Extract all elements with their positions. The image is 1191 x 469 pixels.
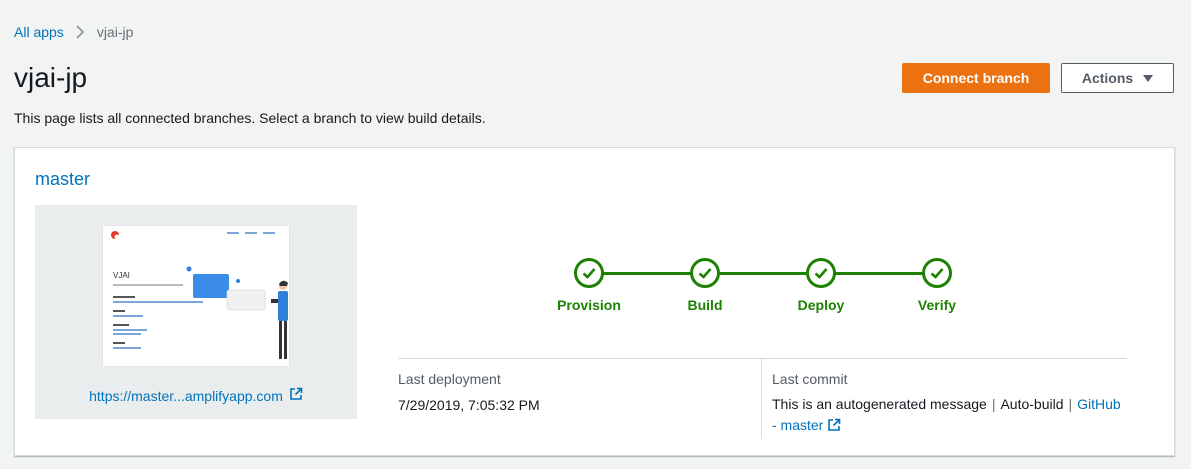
step-label: Verify: [917, 297, 957, 313]
site-screenshot-thumbnail[interactable]: VJAI: [103, 226, 289, 366]
separator: |: [991, 396, 996, 412]
page-description: This page lists all connected branches. …: [14, 110, 486, 126]
pipeline-step-verify[interactable]: Verify: [897, 258, 977, 313]
branch-preview: VJAI https://master...amplifyapp.com: [35, 205, 357, 419]
separator: |: [1068, 396, 1073, 412]
pipeline-step-provision[interactable]: Provision: [549, 258, 629, 313]
commit-source: Auto-build: [1000, 396, 1064, 412]
actions-dropdown-button[interactable]: Actions: [1061, 63, 1174, 93]
check-circle-icon: [922, 258, 952, 288]
branch-name-link[interactable]: master: [35, 169, 90, 190]
caret-down-icon: [1143, 74, 1154, 82]
external-link-icon: [827, 417, 841, 438]
last-deployment-value: 7/29/2019, 7:05:32 PM: [398, 397, 540, 413]
check-circle-icon: [806, 258, 836, 288]
last-commit-label: Last commit: [772, 371, 848, 387]
pipeline-step-deploy[interactable]: Deploy: [781, 258, 861, 313]
breadcrumb-all-apps[interactable]: All apps: [14, 24, 64, 40]
step-label: Deploy: [797, 297, 845, 313]
commit-message: This is an autogenerated message: [772, 396, 987, 412]
divider: [761, 359, 762, 439]
check-circle-icon: [690, 258, 720, 288]
github-link-branch: - master: [772, 417, 824, 433]
check-circle-icon: [574, 258, 604, 288]
pipeline-step-build[interactable]: Build: [665, 258, 745, 313]
external-link-icon: [289, 387, 303, 404]
step-label: Build: [687, 297, 723, 313]
github-link-text: GitHub: [1077, 396, 1121, 412]
step-label: Provision: [557, 297, 621, 313]
branch-url-text: https://master...amplifyapp.com: [89, 387, 283, 404]
thumbnail-site-title: VJAI: [113, 271, 130, 280]
chevron-right-icon: [76, 25, 85, 39]
site-thumbnail-image: VJAI: [103, 226, 289, 366]
pipeline-connector: [589, 272, 937, 275]
connect-branch-button[interactable]: Connect branch: [902, 63, 1050, 93]
build-pipeline: Provision Build Deploy Verify: [555, 258, 956, 318]
last-commit-value: This is an autogenerated message | Auto-bu…: [772, 394, 1132, 438]
actions-label: Actions: [1081, 70, 1134, 86]
breadcrumb: All apps vjai-jp: [14, 24, 133, 40]
branch-url-link[interactable]: https://master...amplifyapp.com: [35, 387, 357, 404]
divider: [398, 358, 1127, 359]
breadcrumb-current: vjai-jp: [96, 24, 134, 40]
last-deployment-label: Last deployment: [398, 371, 501, 387]
branch-card: master VJAI https://master...amplifyapp.…: [14, 147, 1175, 456]
page-title: vjai-jp: [14, 62, 88, 93]
connect-branch-label: Connect branch: [922, 70, 1030, 86]
